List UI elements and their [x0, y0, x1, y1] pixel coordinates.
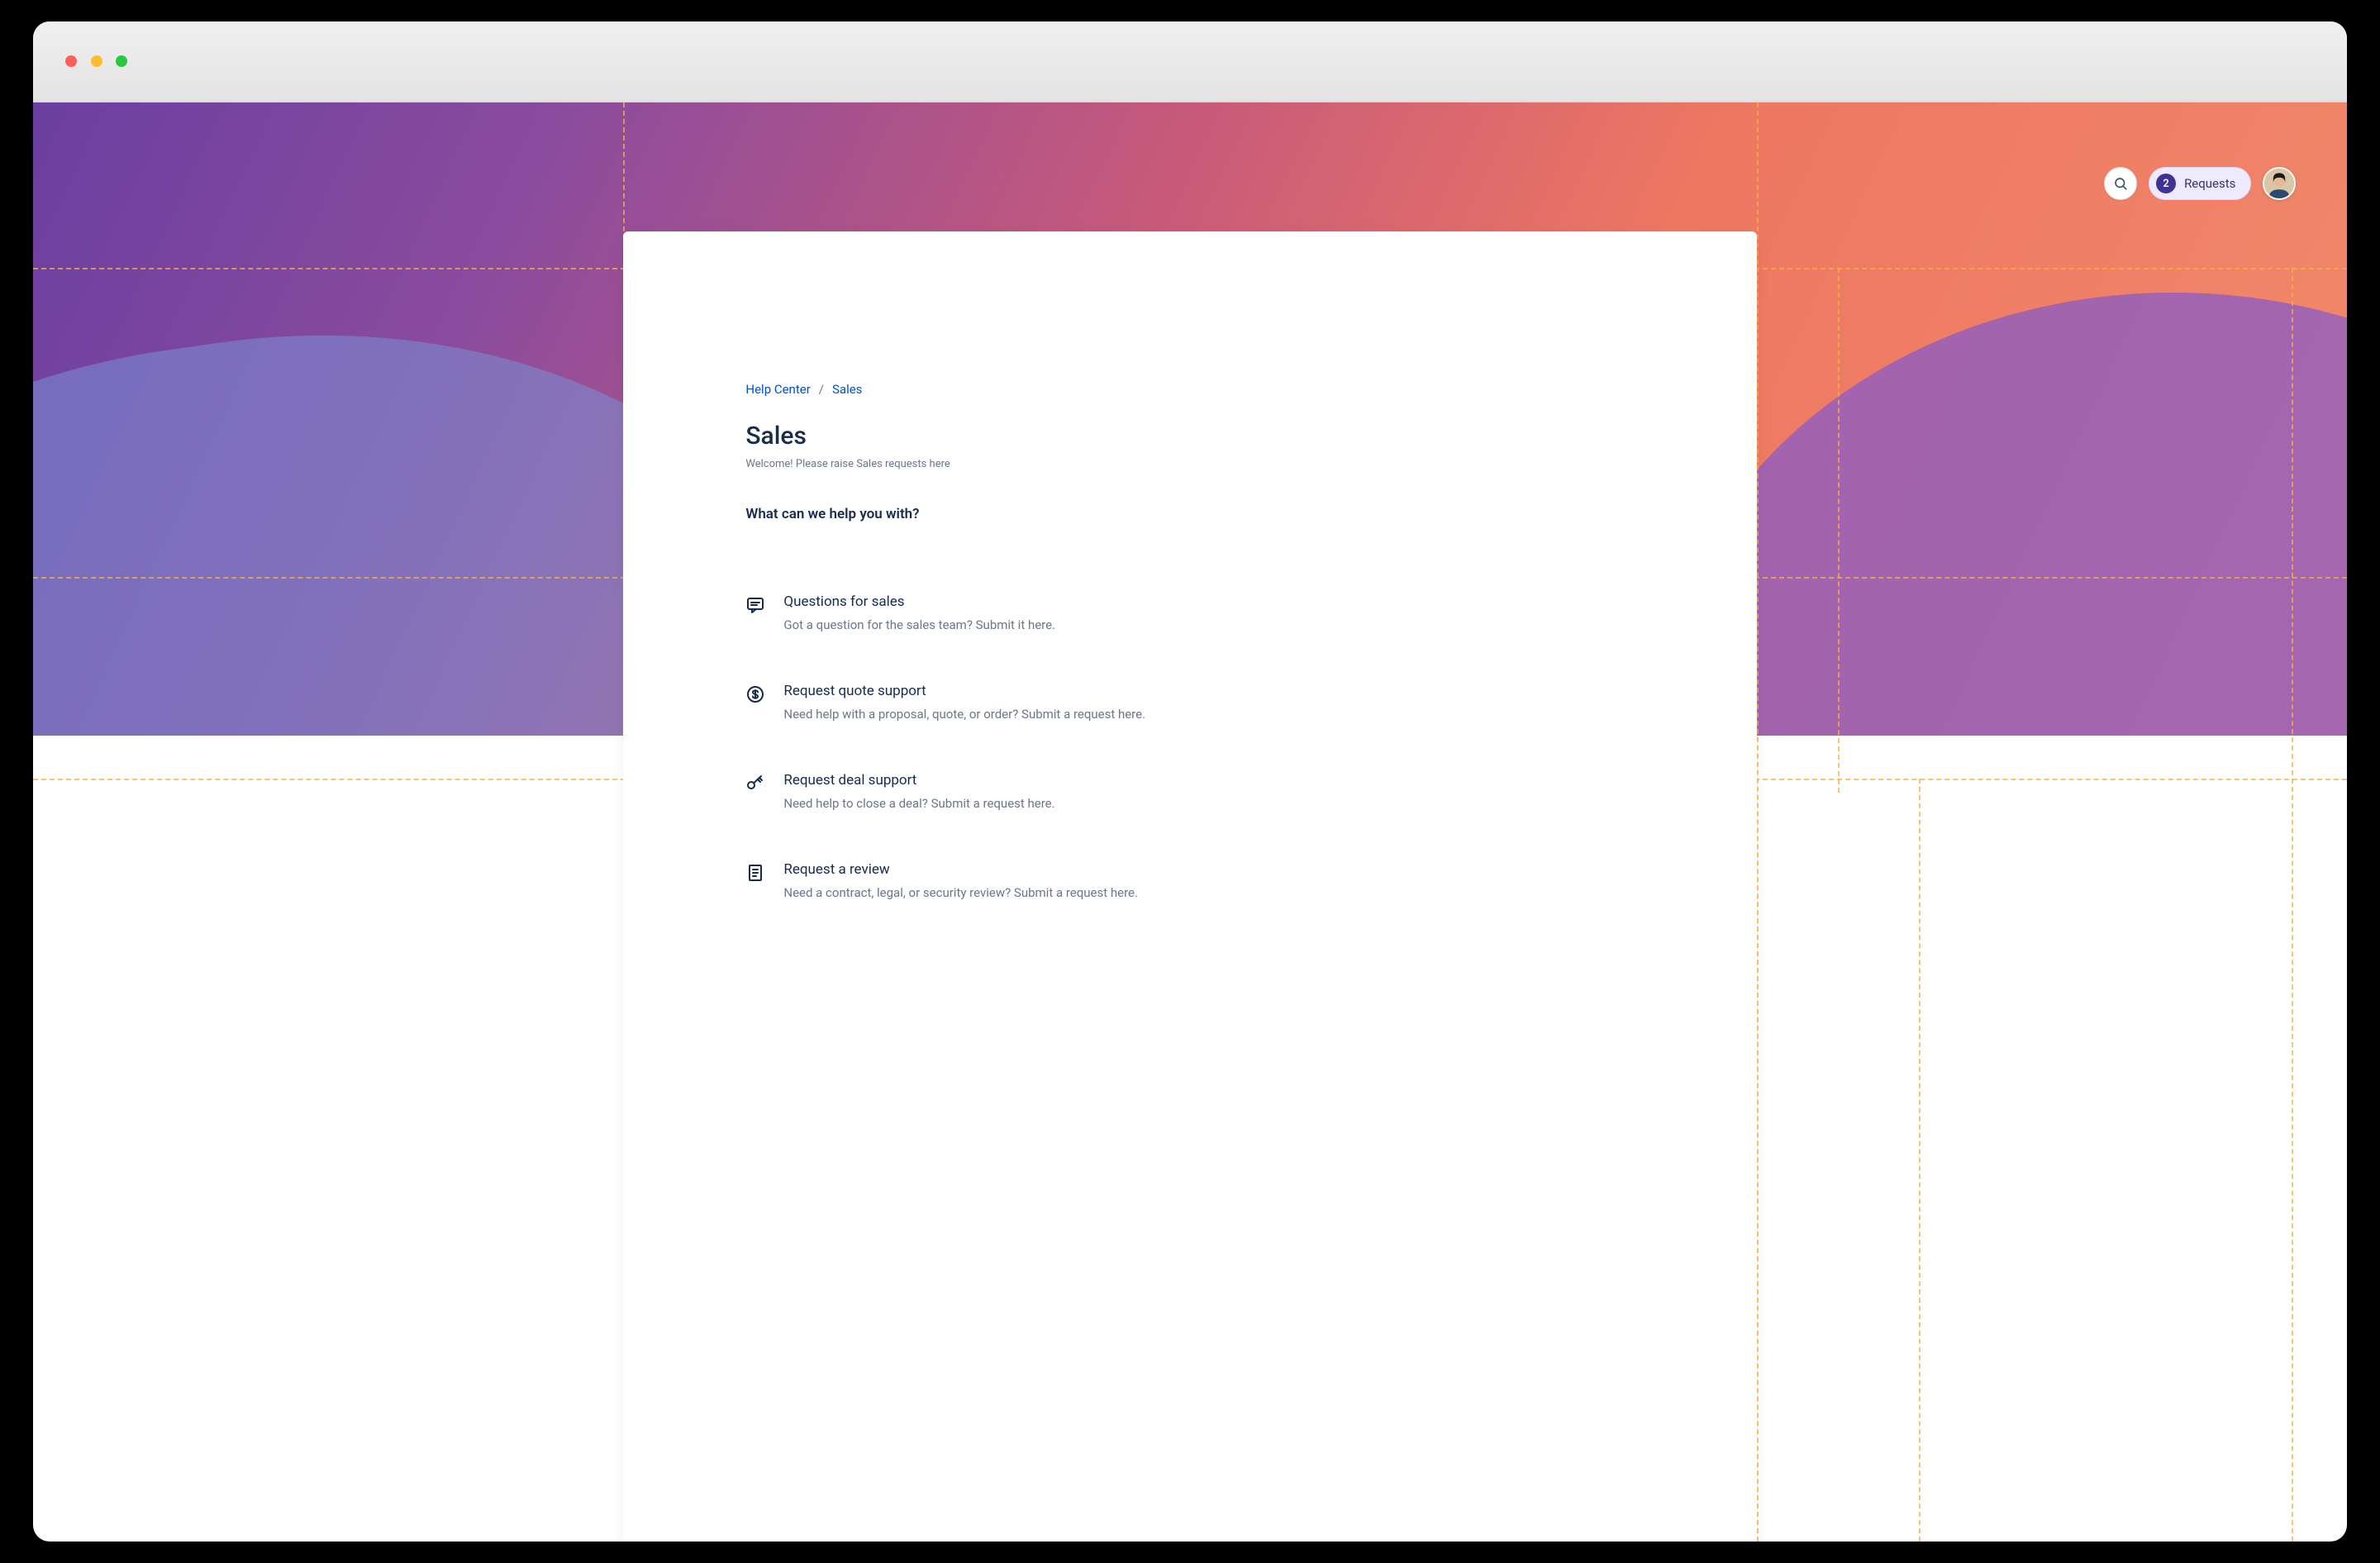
page-subtitle: Welcome! Please raise Sales requests her…: [745, 458, 1634, 470]
option-desc: Need help with a proposal, quote, or ord…: [783, 706, 1145, 723]
minimize-window-button[interactable]: [91, 55, 102, 67]
breadcrumb-root-link[interactable]: Help Center: [745, 382, 810, 397]
requests-button[interactable]: 2 Requests: [2149, 167, 2251, 200]
avatar-icon: [2264, 169, 2294, 198]
speech-icon: [745, 595, 765, 615]
content-area: 2 Requests Help Center / Sales Sales Wel…: [33, 102, 2347, 1542]
option-title: Questions for sales: [783, 593, 1055, 610]
option-title: Request deal support: [783, 772, 1054, 789]
breadcrumb-separator: /: [819, 382, 824, 397]
help-prompt: What can we help you with?: [745, 506, 1634, 522]
breadcrumb: Help Center / Sales: [745, 382, 1634, 397]
requests-count-badge: 2: [2156, 174, 2176, 193]
option-title: Request a review: [783, 861, 1138, 878]
search-button[interactable]: [2104, 167, 2137, 200]
window-titlebar: [33, 21, 2347, 102]
option-desc: Need help to close a deal? Submit a requ…: [783, 795, 1054, 812]
decorative-blob: [1653, 293, 2347, 736]
app-window: 2 Requests Help Center / Sales Sales Wel…: [33, 21, 2347, 1541]
top-bar: 2 Requests: [2104, 167, 2296, 200]
main-card: Help Center / Sales Sales Welcome! Pleas…: [623, 231, 1757, 1541]
option-title: Request quote support: [783, 683, 1145, 699]
key-icon: [745, 774, 765, 793]
option-desc: Need a contract, legal, or security revi…: [783, 884, 1138, 902]
option-desc: Got a question for the sales team? Submi…: [783, 617, 1055, 634]
close-window-button[interactable]: [65, 55, 77, 67]
breadcrumb-current-link[interactable]: Sales: [832, 382, 862, 397]
user-avatar[interactable]: [2263, 167, 2296, 200]
request-option-deal[interactable]: Request deal support Need help to close …: [745, 772, 1634, 812]
document-icon: [745, 863, 765, 883]
request-option-questions[interactable]: Questions for sales Got a question for t…: [745, 593, 1634, 634]
requests-label: Requests: [2184, 176, 2235, 191]
dollar-icon: [745, 684, 765, 704]
page-title: Sales: [745, 422, 1634, 450]
maximize-window-button[interactable]: [116, 55, 127, 67]
search-icon: [2113, 176, 2128, 191]
request-option-quote[interactable]: Request quote support Need help with a p…: [745, 683, 1634, 723]
request-option-review[interactable]: Request a review Need a contract, legal,…: [745, 861, 1634, 902]
